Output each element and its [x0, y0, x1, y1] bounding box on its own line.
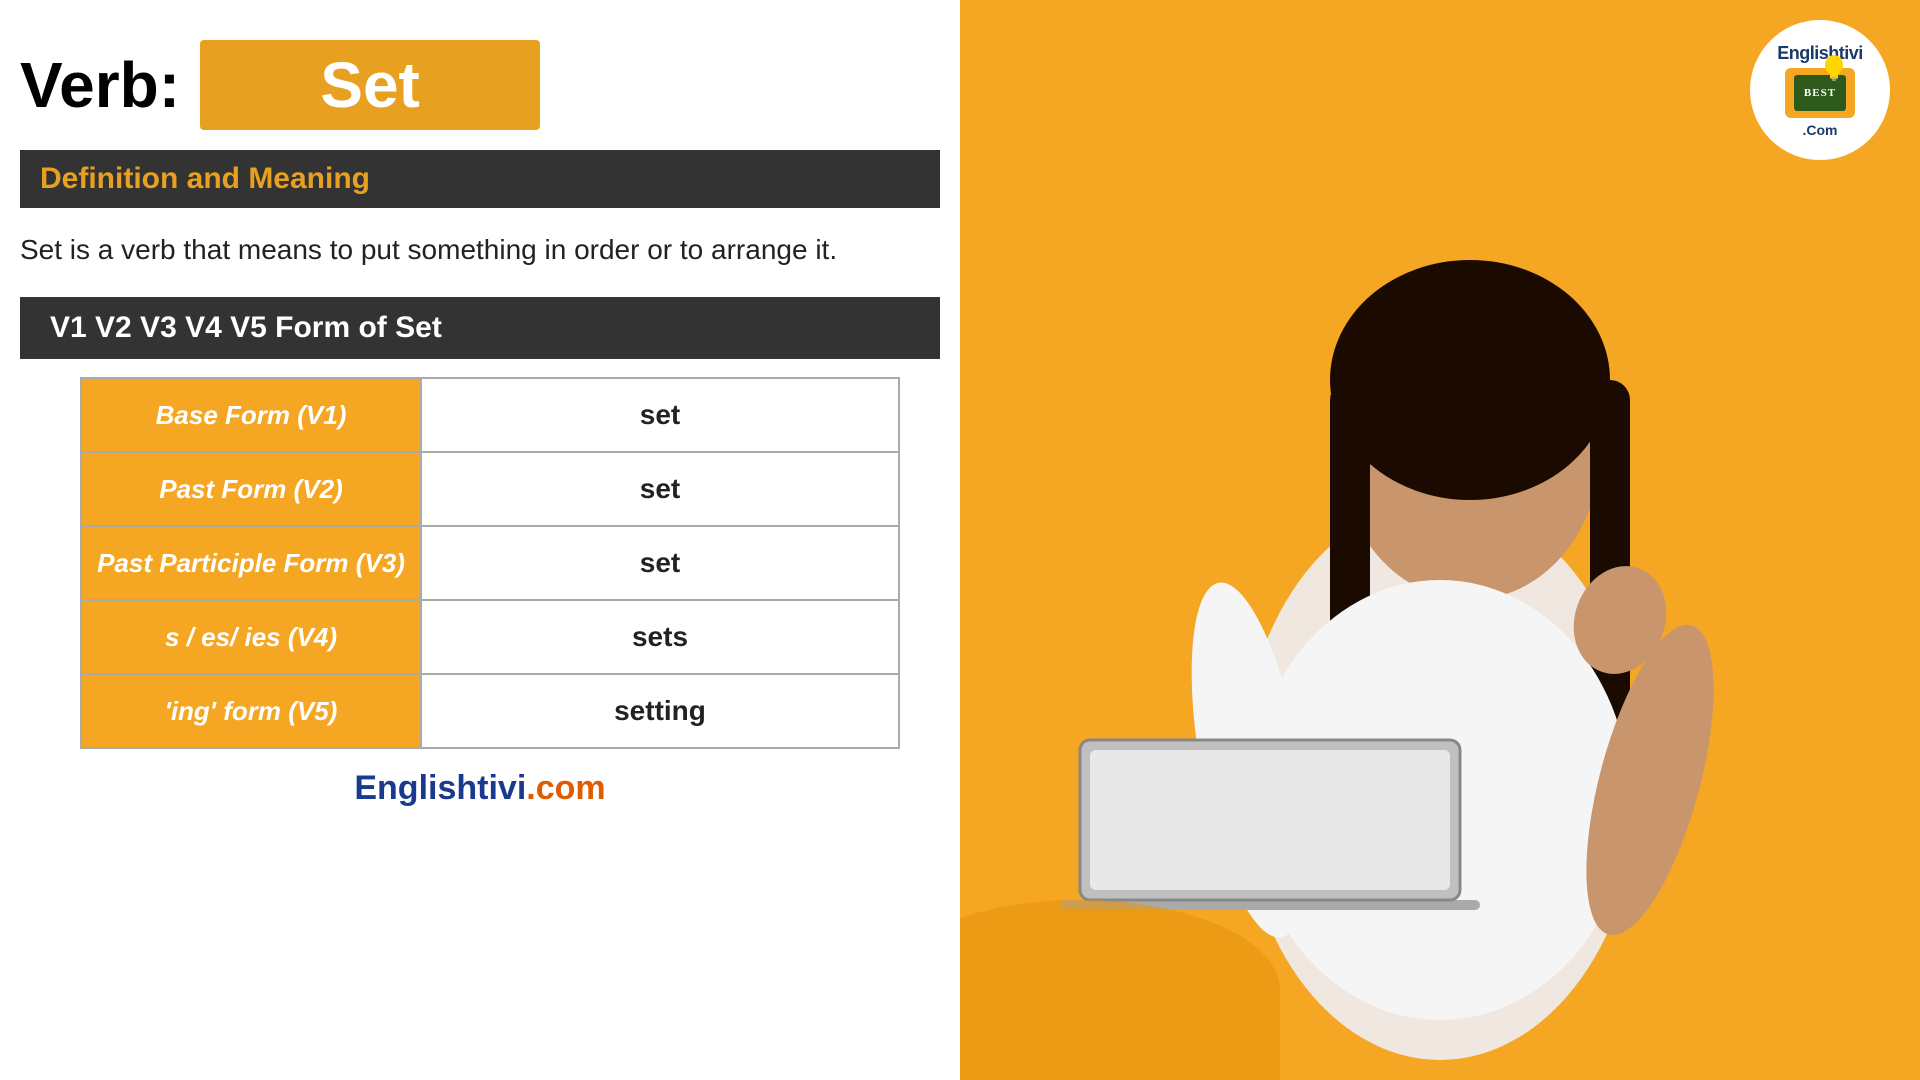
table-value-cell: setting — [421, 674, 899, 748]
verb-label: Verb: — [20, 48, 180, 122]
table-row: 'ing' form (V5)setting — [81, 674, 899, 748]
table-row: s / es/ ies (V4)sets — [81, 600, 899, 674]
footer-brand: Englishtivi.com — [20, 769, 940, 808]
forms-heading: V1 V2 V3 V4 V5 Form of Set — [20, 297, 940, 359]
table-label-cell: Past Form (V2) — [81, 452, 421, 526]
table-label-cell: 'ing' form (V5) — [81, 674, 421, 748]
table-row: Past Form (V2)set — [81, 452, 899, 526]
definition-heading: Definition and Meaning — [20, 150, 940, 208]
verb-word: Set — [260, 48, 480, 122]
logo-tv: BEST — [1785, 68, 1855, 118]
logo-text-bottom: .Com — [1803, 122, 1838, 138]
table-row: Base Form (V1)set — [81, 378, 899, 452]
table-label-cell: Past Participle Form (V3) — [81, 526, 421, 600]
verb-word-box: Set — [200, 40, 540, 130]
table-value-cell: sets — [421, 600, 899, 674]
verb-forms-table: Base Form (V1)setPast Form (V2)setPast P… — [80, 377, 900, 749]
definition-text: Set is a verb that means to put somethin… — [20, 230, 940, 269]
table-value-cell: set — [421, 378, 899, 452]
verb-title-row: Verb: Set — [20, 40, 940, 130]
footer-brand-blue: Englishtivi — [354, 769, 526, 807]
lightbulb-icon — [1823, 54, 1845, 82]
table-value-cell: set — [421, 526, 899, 600]
main-content: Verb: Set Definition and Meaning Set is … — [0, 0, 960, 1080]
table-value-cell: set — [421, 452, 899, 526]
logo-text-top: Englishtivi — [1777, 43, 1863, 64]
logo-tv-text: BEST — [1804, 87, 1836, 99]
footer-brand-orange: .com — [526, 769, 605, 807]
table-row: Past Participle Form (V3)set — [81, 526, 899, 600]
logo-circle: Englishtivi BEST .Com — [1750, 20, 1890, 160]
table-label-cell: s / es/ ies (V4) — [81, 600, 421, 674]
table-label-cell: Base Form (V1) — [81, 378, 421, 452]
right-panel: Englishtivi BEST .Com — [960, 0, 1920, 1080]
